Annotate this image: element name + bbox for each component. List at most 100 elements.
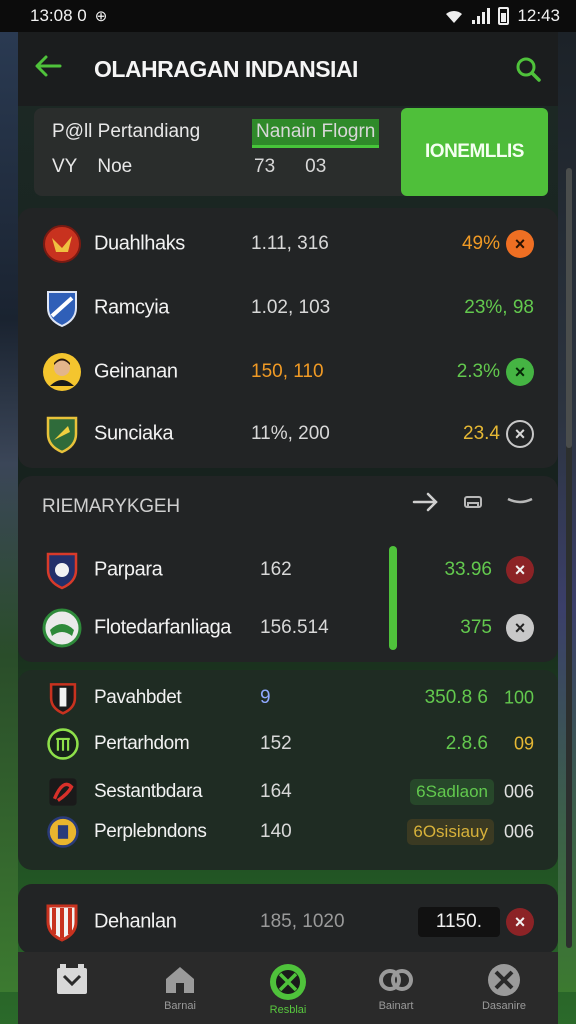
list-item[interactable]: Perplebndons 140 6Osisiauy 006 (18, 804, 558, 860)
team-value: 2.8.6 (445, 733, 488, 754)
team-score: 162 (260, 559, 292, 580)
team-name: Parpara (94, 558, 163, 581)
stats-card: Pavahbdet 9 350.8 6 100 Pertarhdom 152 2… (18, 670, 558, 870)
match-card: Dehanlan 185, 1020 1150. × (18, 884, 558, 954)
status-bar: 13:08 0 ⊕ 12:43 (0, 0, 576, 32)
status-left-time: 13:08 0 (30, 6, 87, 25)
nav-item-scoreboard[interactable] (27, 962, 117, 1000)
summary-num-2: 03 (305, 156, 327, 177)
nav-item-results[interactable]: Resblai (243, 962, 333, 1016)
battery-icon (498, 7, 510, 25)
status-left: 13:08 0 ⊕ (30, 6, 107, 26)
list-item[interactable]: Dehanlan 185, 1020 1150. × (18, 894, 558, 950)
list-item[interactable]: Duahlhaks 1.11, 316 49% × (18, 216, 558, 272)
nav-item-home[interactable]: Barnai (135, 962, 225, 1012)
team-tail-value: 006 (503, 781, 534, 802)
notification-icon: ⊕ (94, 8, 108, 25)
team-score: 150, 110 (251, 361, 324, 383)
nav-item-controller[interactable]: Bainart (351, 962, 441, 1012)
team-score: 185, 1020 (260, 911, 345, 932)
team-percentage: 33.96 (444, 559, 492, 580)
summary-label: P@ll Pertandiang (52, 121, 201, 142)
background-stadium-left (0, 32, 18, 992)
team-percentage: 23.4 (463, 423, 500, 444)
soccer-ball-icon (270, 964, 306, 1000)
nav-label: Dasanire (481, 1000, 527, 1012)
list-item[interactable]: Ramcyia 1.02, 103 23%, 98 (18, 280, 558, 336)
controller-icon (379, 969, 413, 991)
summary-sublabel: VY Noe (52, 156, 132, 178)
team-logo-icon (47, 291, 77, 328)
more-icon[interactable] (506, 493, 534, 511)
nav-item-ball[interactable]: Dasanire (459, 962, 549, 1012)
team-logo-icon (46, 552, 78, 590)
team-score: 164 (260, 781, 292, 802)
page-title: OLAHRAGAN INDANSIAI (94, 55, 358, 82)
scrollbar-thumb[interactable] (566, 168, 572, 448)
team-score: 156.514 (260, 617, 329, 638)
summary-numbers: 73 03 (254, 156, 326, 178)
team-name: Pavahbdet (94, 687, 182, 708)
search-icon[interactable] (498, 56, 558, 82)
list-item[interactable]: Flotedarfanliaga 156.514 375 × (18, 600, 558, 656)
section-card: RIEMARYKGEH Parpara 162 33.96 × Flotedar… (18, 476, 558, 662)
ball-icon (488, 964, 520, 996)
team-name: Flotedarfanliaga (94, 616, 232, 639)
team-percentage: 2.3% (456, 361, 500, 382)
team-score: 140 (260, 821, 292, 842)
team-percentage: 23%, 98 (464, 297, 534, 318)
team-logo-icon (49, 683, 77, 715)
list-item[interactable]: Sunciaka 11%, 200 23.4 × (18, 406, 558, 462)
close-icon[interactable]: × (506, 230, 534, 258)
summary-sublabel-a: VY (52, 156, 78, 177)
team-name: Ramcyia (94, 296, 169, 319)
scoreboard-icon (57, 964, 87, 994)
team-score: 152 (260, 733, 292, 754)
team-percentage: 49% (461, 233, 500, 254)
close-icon[interactable]: × (506, 420, 534, 448)
team-tail-value: 100 (503, 687, 534, 708)
matches-card: Duahlhaks 1.11, 316 49% × Ramcyia 1.02, … (18, 208, 558, 468)
back-arrow-icon[interactable] (18, 54, 78, 84)
team-value: 1150. (417, 907, 500, 937)
app-bar: OLAHRAGAN INDANSIAI (18, 32, 558, 106)
team-name: Pertarhdom (94, 733, 190, 754)
nav-label: Bainart (378, 1000, 414, 1012)
team-logo-icon (43, 225, 81, 263)
nav-label: Resblai (269, 1004, 307, 1016)
team-logo-icon (47, 728, 79, 760)
section-title: RIEMARYKGEH (42, 496, 180, 517)
wifi-icon (446, 10, 463, 23)
bottom-navigation: Barnai Resblai Bainart Dasanire (18, 952, 558, 1024)
team-score: 9 (260, 687, 271, 708)
team-score: 1.11, 316 (251, 233, 329, 254)
window-icon[interactable] (462, 493, 484, 511)
team-percentage: 375 (460, 617, 492, 638)
close-icon[interactable]: × (506, 908, 534, 936)
team-score: 11%, 200 (251, 423, 330, 444)
scrollbar[interactable] (566, 168, 572, 948)
summary-sublabel-b: Noe (97, 156, 133, 177)
status-badge: 6Osisiauy (407, 819, 494, 845)
team-tail-value: 09 (513, 733, 534, 754)
list-item[interactable]: Parpara 162 33.96 × (18, 542, 558, 598)
team-logo-icon (46, 904, 78, 942)
summary-highlight-tab[interactable]: Nanain Flogrn (252, 119, 380, 148)
team-logo-icon (42, 608, 82, 648)
summary-action-button[interactable]: IONEMLLIS (401, 108, 548, 196)
close-icon[interactable]: × (506, 358, 534, 386)
status-badge: 6Sadlaon (410, 779, 494, 805)
team-name: Dehanlan (94, 910, 177, 933)
status-right: 12:43 (444, 6, 560, 26)
arrow-right-icon[interactable] (412, 490, 440, 514)
player-avatar-icon (43, 353, 81, 391)
team-name: Sunciaka (94, 422, 174, 445)
close-icon[interactable]: × (506, 614, 534, 642)
team-name: Geinanan (94, 360, 178, 383)
close-icon[interactable]: × (506, 556, 534, 584)
home-icon (166, 967, 194, 993)
team-name: Sestantbdara (94, 781, 203, 802)
team-name: Perplebndons (94, 821, 207, 842)
signal-icon (472, 8, 491, 24)
list-item[interactable]: Geinanan 150, 110 2.3% × (18, 344, 558, 400)
